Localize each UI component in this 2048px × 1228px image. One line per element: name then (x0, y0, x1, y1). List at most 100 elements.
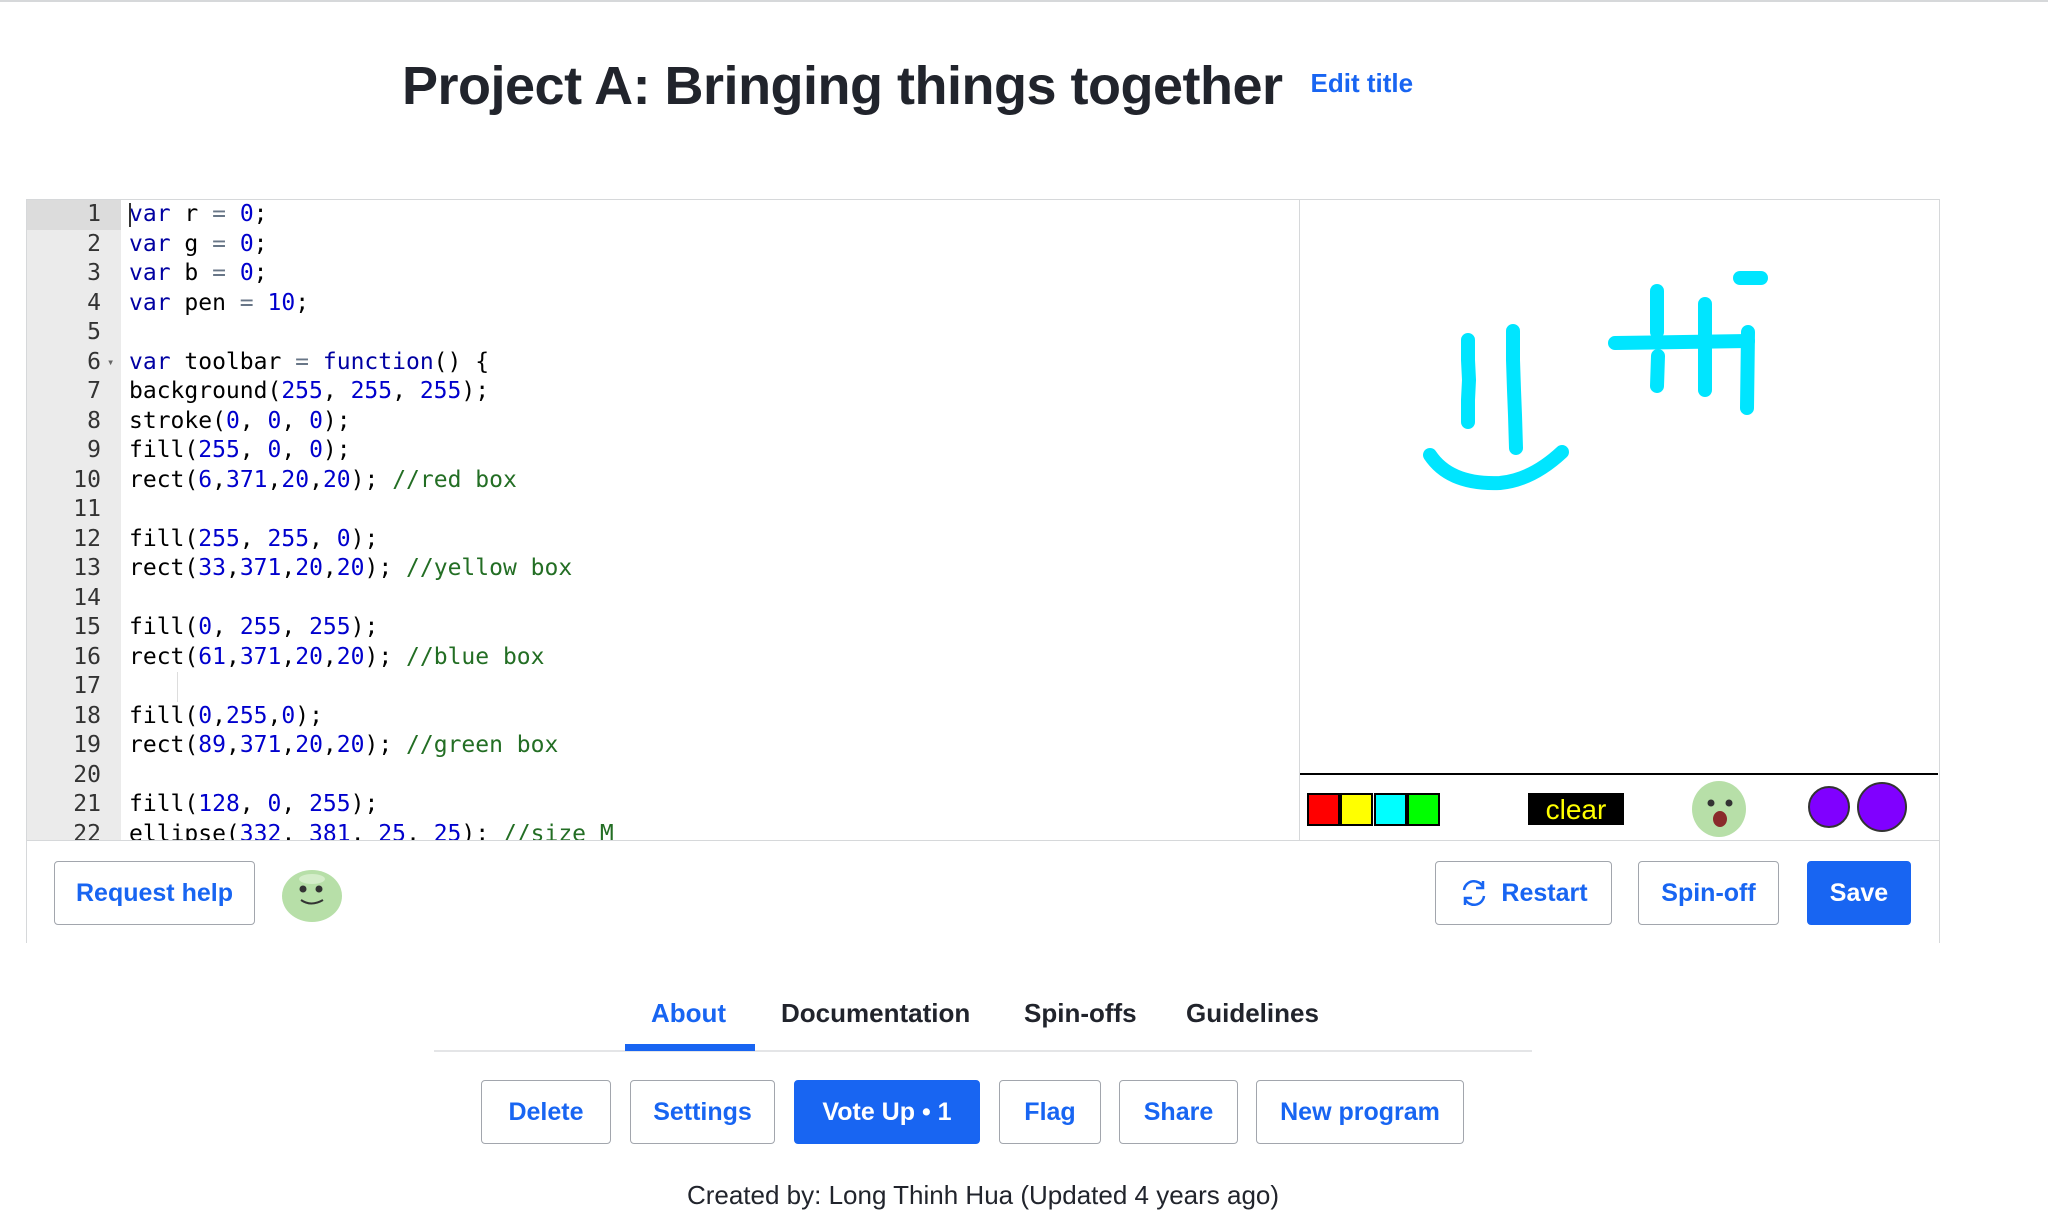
line-number: 18 (73, 702, 101, 729)
output-canvas[interactable]: clear (1299, 200, 1939, 840)
drawn-strokes (1423, 271, 1768, 491)
program-tabs: About Documentation Spin-offs Guidelines (434, 990, 1532, 1052)
color-swatch[interactable] (1374, 793, 1407, 826)
code-line[interactable]: 16 rect(61,371,20,20); //blue box (27, 643, 1299, 673)
restart-label: Restart (1501, 878, 1588, 907)
color-swatch[interactable] (1340, 793, 1373, 826)
code-text: rect(89,371,20,20); //green box (129, 732, 559, 758)
code-text: rect(6,371,20,20); //red box (129, 466, 517, 493)
code-line[interactable]: 22 ellipse(332, 381, 25, 25); //size M (27, 820, 1299, 841)
code-line[interactable]: 6 ▾ var toolbar = function() { (27, 348, 1299, 378)
line-number: 15 (73, 614, 101, 640)
code-line[interactable]: 5 (27, 318, 1299, 348)
share-button[interactable]: Share (1119, 1080, 1238, 1144)
line-number: 10 (73, 466, 101, 493)
pen-size-medium[interactable] (1808, 786, 1850, 828)
code-text: fill(0,255,0); (129, 702, 323, 729)
code-text: stroke(0, 0, 0); (129, 407, 351, 434)
stroke-t-bar (1608, 334, 1755, 350)
indent-guide (177, 672, 178, 702)
text-cursor (129, 203, 131, 227)
line-number: 1 (27, 200, 121, 230)
top-divider (0, 0, 2048, 2)
line-number: 9 (87, 437, 101, 463)
winston-avatar-surprised (1692, 781, 1746, 837)
restart-button[interactable]: Restart (1435, 861, 1612, 925)
fold-toggle-icon[interactable]: ▾ (107, 348, 114, 378)
code-line[interactable]: 3 var b = 0; (27, 259, 1299, 289)
edit-title-link[interactable]: Edit title (1311, 68, 1414, 99)
code-text: fill(0, 255, 255); (129, 614, 379, 640)
code-line[interactable]: 17 (27, 672, 1299, 702)
code-line[interactable]: 19 rect(89,371,20,20); //green box (27, 731, 1299, 761)
code-text: background(255, 255, 255); (129, 378, 490, 404)
line-number: 21 (73, 791, 101, 817)
code-line[interactable]: 4 var pen = 10; (27, 289, 1299, 319)
pen-size-large[interactable] (1857, 782, 1907, 832)
line-number: 5 (87, 319, 101, 345)
line-number: 2 (87, 230, 101, 257)
code-editor[interactable]: 1 var r = 0; 2 var g = 0; 3 var b = 0; 4 var pe… (27, 200, 1299, 840)
ide-footer: Request help Restart Spin-off Save (27, 840, 1939, 943)
active-tab-indicator (625, 1044, 755, 1051)
created-by-text: Created by: Long Thinh Hua (Updated 4 ye… (686, 1180, 1280, 1210)
code-text: fill(255, 255, 0); (129, 525, 379, 552)
request-help-button[interactable]: Request help (54, 861, 255, 925)
tab-documentation[interactable]: Documentation (781, 998, 970, 1029)
code-text: ellipse(332, 381, 25, 25); //size M (129, 820, 614, 841)
program-ide: 1 var r = 0; 2 var g = 0; 3 var b = 0; 4 var pe… (26, 199, 1940, 943)
page-title: Project A: Bringing things together (402, 56, 1283, 116)
code-line[interactable]: 18 fill(0,255,0); (27, 702, 1299, 732)
tab-guidelines[interactable]: Guidelines (1186, 998, 1319, 1029)
line-number: 8 (87, 407, 101, 434)
code-line[interactable]: 1 var r = 0; (27, 200, 1299, 230)
code-line[interactable]: 10 rect(6,371,20,20); //red box (27, 466, 1299, 496)
tab-about[interactable]: About (651, 998, 726, 1029)
code-line[interactable]: 8 stroke(0, 0, 0); (27, 407, 1299, 437)
settings-button[interactable]: Settings (630, 1080, 775, 1144)
code-line[interactable]: 21 fill(128, 0, 255); (27, 790, 1299, 820)
line-number: 3 (87, 260, 101, 286)
color-swatch[interactable] (1407, 793, 1440, 826)
code-line[interactable]: 14 (27, 584, 1299, 614)
line-number: 17 (73, 673, 101, 699)
code-text: var toolbar = function() { (129, 348, 490, 375)
line-number: 22 (73, 820, 101, 841)
line-number: 19 (73, 732, 101, 758)
color-swatches[interactable] (1307, 793, 1440, 826)
clear-button[interactable]: clear (1546, 794, 1607, 825)
flag-button[interactable]: Flag (999, 1080, 1101, 1144)
code-line[interactable]: 9 fill(255, 0, 0); (27, 436, 1299, 466)
line-number: 7 (87, 378, 101, 404)
code-line[interactable]: 12 fill(255, 255, 0); (27, 525, 1299, 555)
code-text: var b = 0; (129, 260, 268, 286)
code-line[interactable]: 13 rect(33,371,20,20); //yellow box (27, 554, 1299, 584)
code-text: rect(33,371,20,20); //yellow box (129, 555, 573, 581)
stroke-right-eye (1506, 324, 1523, 455)
code-text: var r = 0; (129, 201, 268, 227)
drawing-canvas[interactable]: clear (1300, 200, 1938, 840)
stroke-t-lower (1650, 349, 1665, 393)
code-line[interactable]: 7 background(255, 255, 255); (27, 377, 1299, 407)
line-number: 4 (87, 289, 101, 316)
code-text: var pen = 10; (129, 289, 310, 316)
stroke-left-eye (1461, 333, 1476, 429)
code-lines[interactable]: 1 var r = 0; 2 var g = 0; 3 var b = 0; 4 var pe… (27, 200, 1299, 840)
code-line[interactable]: 20 (27, 761, 1299, 791)
code-text: fill(128, 0, 255); (129, 791, 379, 817)
code-text: fill(255, 0, 0); (129, 437, 351, 463)
code-line[interactable]: 15 fill(0, 255, 255); (27, 613, 1299, 643)
code-line[interactable]: 2 var g = 0; (27, 230, 1299, 260)
delete-button[interactable]: Delete (481, 1080, 611, 1144)
winston-avatar (282, 870, 342, 922)
vote-up-button[interactable]: Vote Up • 1 (794, 1080, 980, 1144)
tab-spin-offs[interactable]: Spin-offs (1024, 998, 1137, 1029)
code-line[interactable]: 11 (27, 495, 1299, 525)
spin-off-button[interactable]: Spin-off (1638, 861, 1779, 925)
new-program-button[interactable]: New program (1256, 1080, 1464, 1144)
line-number: 16 (73, 643, 101, 670)
save-button[interactable]: Save (1807, 861, 1911, 925)
color-swatch[interactable] (1307, 793, 1340, 826)
line-number: 14 (73, 584, 101, 611)
code-text: var g = 0; (129, 230, 268, 257)
